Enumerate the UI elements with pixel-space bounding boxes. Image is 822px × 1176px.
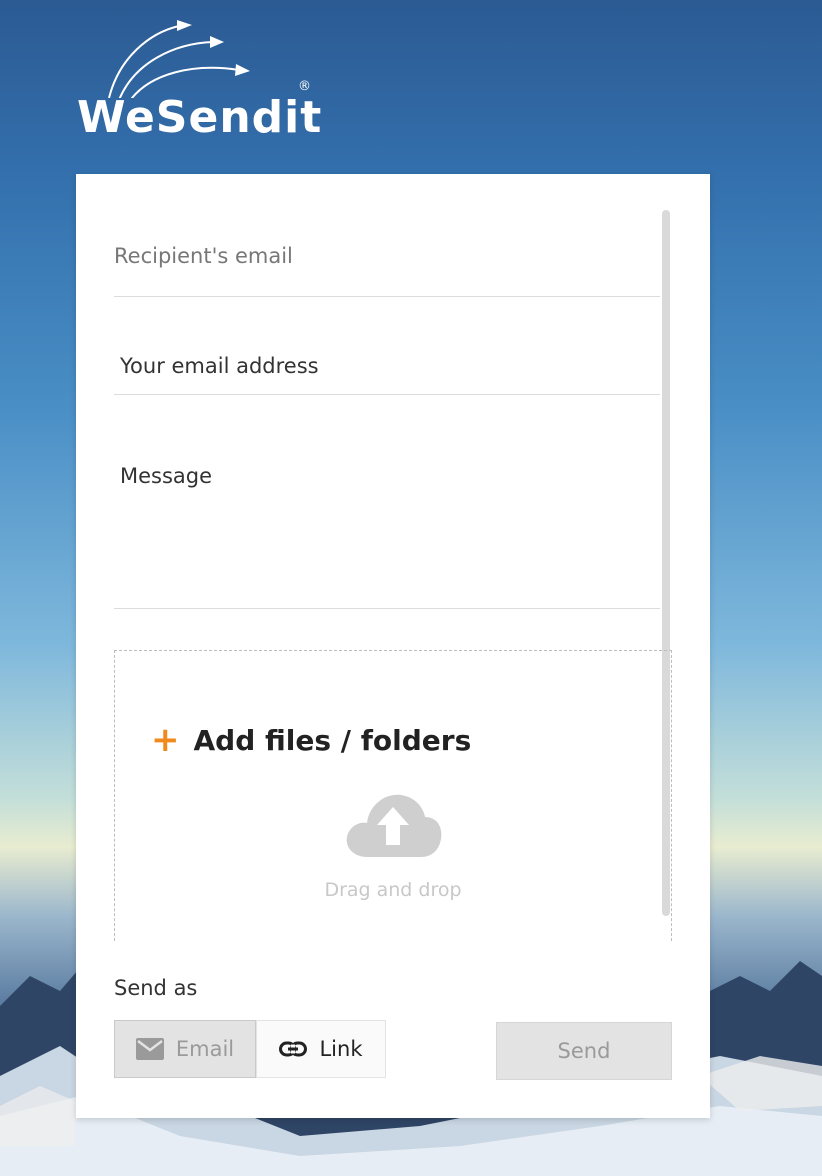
wesendit-logo: WeSendit ® [74,18,324,143]
file-dropzone[interactable]: + Add files / folders Drag and drop [114,650,672,941]
recipient-email-placeholder: Recipient's email [114,244,293,268]
sender-email-placeholder: Your email address [120,354,319,378]
plus-icon: + [151,720,180,760]
send-as-label: Send as [114,976,198,1000]
send-as-link-option[interactable]: Link [256,1020,386,1078]
message-placeholder: Message [120,464,213,488]
add-files-label: Add files / folders [193,723,472,757]
message-field[interactable]: Message [114,436,660,609]
add-files-button[interactable]: + Add files / folders [151,723,471,757]
envelope-icon [135,1038,164,1060]
email-option-label: Email [175,1037,235,1061]
sender-email-field[interactable]: Your email address [114,324,660,395]
drag-and-drop-hint: Drag and drop [324,879,462,901]
send-button[interactable]: Send [496,1022,672,1080]
link-option-label: Link [319,1037,363,1061]
link-icon [279,1041,308,1057]
registered-mark: ® [298,79,311,94]
upload-card: Recipient's email Your email address Mes… [76,174,710,1118]
logo-wordmark: WeSendit [77,92,323,143]
cloud-upload-icon [346,794,442,857]
recipient-email-field[interactable]: Recipient's email [114,214,660,297]
send-as-email-option[interactable]: Email [114,1020,256,1078]
logo-arrows-icon [108,20,250,98]
